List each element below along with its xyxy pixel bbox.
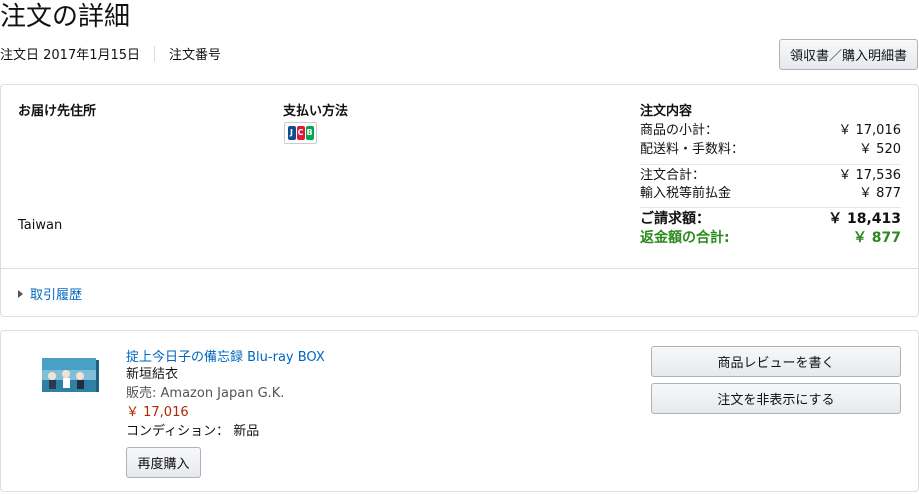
- order-total-label: 注文合計：: [640, 168, 706, 183]
- import-tax-row: 輸入税等前払金 ￥ 877: [640, 185, 901, 203]
- order-number-label: 注文番号: [169, 48, 222, 63]
- payment-heading: 支払い方法: [283, 104, 349, 119]
- grand-total-row: ご請求額： ￥ 18,413: [640, 207, 901, 228]
- refund-total-row: 返金額の合計: ￥ 877: [640, 229, 901, 247]
- invoice-button[interactable]: 領収書／購入明細書: [779, 39, 918, 70]
- meta-divider: [154, 45, 156, 62]
- product-seller: 販売: Amazon Japan G.K.: [126, 386, 285, 401]
- order-meta: 注文日 2017年1月15日 注文番号: [0, 44, 221, 63]
- jcb-j-stripe: J: [287, 126, 296, 140]
- order-total-row: 注文合計： ￥ 17,536: [640, 164, 901, 185]
- shipping-label: 配送料・手数料：: [640, 142, 745, 157]
- grand-total-value: ￥ 18,413: [828, 211, 901, 227]
- summary-divider: [1, 268, 918, 269]
- address-heading: お届け先住所: [18, 104, 97, 119]
- grand-total-label: ご請求額：: [640, 211, 710, 227]
- jcb-b-stripe: B: [305, 126, 314, 140]
- address-country: Taiwan: [18, 218, 63, 233]
- subtotal-label: 商品の小計：: [640, 123, 719, 138]
- page-title: 注文の詳細: [0, 2, 131, 32]
- product-author: 新垣結衣: [126, 367, 179, 382]
- jcb-card-icon: J C B: [284, 122, 317, 144]
- transaction-history-link[interactable]: 取引履歴: [18, 284, 82, 303]
- subtotal-value: ￥ 17,016: [838, 123, 901, 138]
- product-condition: コンディション： 新品: [126, 424, 260, 439]
- order-heading: 注文内容: [640, 104, 693, 119]
- import-tax-label: 輸入税等前払金: [640, 186, 732, 201]
- product-thumbnail-image[interactable]: [40, 350, 100, 398]
- shipping-value: ￥ 520: [859, 142, 901, 157]
- buy-again-button[interactable]: 再度購入: [126, 447, 201, 478]
- import-tax-value: ￥ 877: [859, 186, 901, 201]
- shipment-box: 掟上今日子の備忘録 Blu-ray BOX 新垣結衣 販売: Amazon Ja…: [0, 330, 919, 492]
- shipping-row: 配送料・手数料： ￥ 520: [640, 141, 901, 159]
- order-total-value: ￥ 17,536: [838, 168, 901, 183]
- transaction-history-label: 取引履歴: [30, 288, 83, 303]
- product-title-link[interactable]: 掟上今日子の備忘録 Blu-ray BOX: [126, 346, 325, 365]
- product-price: ￥ 17,016: [126, 405, 189, 420]
- order-date: 注文日 2017年1月15日: [0, 48, 141, 63]
- expand-caret-icon: [18, 289, 23, 298]
- hide-order-button[interactable]: 注文を非表示にする: [651, 383, 901, 414]
- refund-total-label: 返金額の合計:: [640, 230, 730, 246]
- jcb-c-stripe: C: [296, 126, 305, 140]
- order-summary-box: お届け先住所 Taiwan 支払い方法 J C B 注文内容 商品の小計： ￥ …: [0, 84, 919, 317]
- refund-total-value: ￥ 877: [852, 230, 901, 246]
- write-review-button[interactable]: 商品レビューを書く: [651, 346, 901, 377]
- subtotal-row: 商品の小計： ￥ 17,016: [640, 122, 901, 140]
